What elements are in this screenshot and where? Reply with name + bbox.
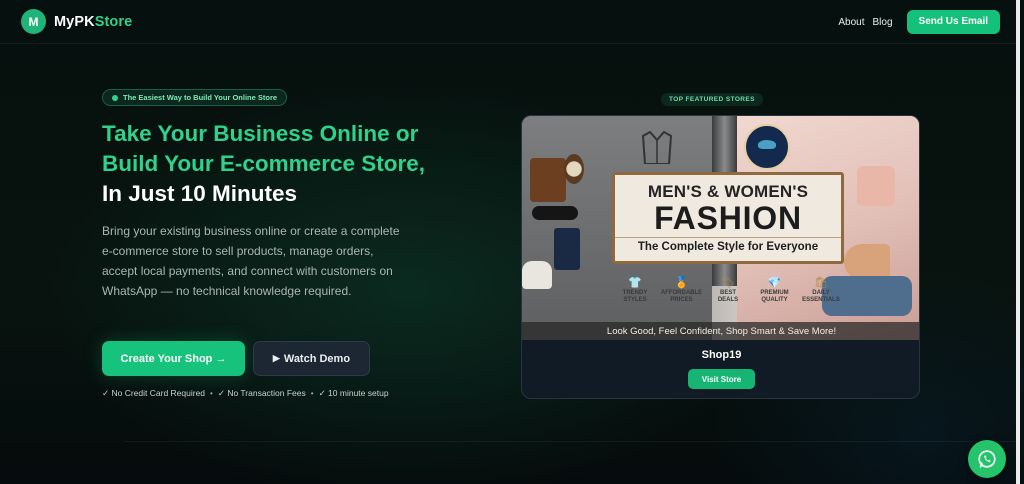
- featured-stores-label: TOP FEATURED STORES: [661, 93, 763, 106]
- store-banner-image[interactable]: MEN'S & WOMEN'S FASHION The Complete Sty…: [522, 116, 919, 340]
- feature-affordable: 🏅 AFFORDABLE PRICES: [659, 276, 705, 316]
- logo-mark: M: [21, 9, 46, 34]
- watch-demo-label: Watch Demo: [283, 352, 351, 365]
- watch-icon: [564, 154, 584, 184]
- sunglasses-icon: [532, 206, 578, 220]
- hero-headline-line-3: In Just 10 Minutes: [102, 181, 298, 206]
- banner-headline-box: MEN'S & WOMEN'S FASHION The Complete Sty…: [612, 172, 844, 264]
- hero-perks: ✓ No Credit Card Required • ✓ No Transac…: [102, 388, 389, 399]
- bag-icon: 🛍: [814, 277, 828, 289]
- hero-description: Bring your existing business online or c…: [102, 224, 400, 298]
- banner-line-2: FASHION: [654, 200, 802, 236]
- banner-tagline: Look Good, Feel Confident, Shop Smart & …: [522, 322, 919, 340]
- feature-essentials: 🛍 DAILY ESSENTIALS: [798, 276, 844, 316]
- shop-logo-badge: [744, 124, 790, 170]
- banner-line-1: MEN'S & WOMEN'S: [647, 182, 809, 201]
- feature-deals: 🏷 BEST DEALS: [705, 276, 751, 316]
- perk-separator: •: [310, 389, 314, 398]
- main-nav: About Blog Send Us Email: [838, 10, 1000, 34]
- shirt-icon: 👕: [628, 277, 642, 289]
- heels-icon: [844, 244, 890, 280]
- perk-no-fees: ✓ No Transaction Fees: [217, 388, 306, 398]
- create-shop-label: Create Your Shop →: [120, 352, 227, 365]
- perk-no-credit-card: ✓ No Credit Card Required: [102, 388, 206, 398]
- feature-quality: 💎 PREMIUM QUALITY: [752, 276, 798, 316]
- feature-label: AFFORDABLE PRICES: [660, 290, 703, 303]
- visit-store-button[interactable]: Visit Store: [688, 369, 755, 389]
- hero-headline: Take Your Business Online or Build Your …: [102, 119, 482, 209]
- diamond-icon: 💎: [767, 277, 782, 289]
- brand-logo[interactable]: M MyPKStore: [21, 9, 132, 34]
- feature-label: TRENDY STYLES: [622, 290, 648, 303]
- wallet-icon: [530, 158, 566, 202]
- whatsapp-chat-button[interactable]: [968, 440, 1006, 478]
- sneaker-icon: [522, 261, 552, 289]
- feature-label: DAILY ESSENTIALS: [802, 290, 840, 303]
- store-name: Shop19: [701, 349, 742, 361]
- banner-features: 👕 TRENDY STYLES 🏅 AFFORDABLE PRICES 🏷 BE…: [612, 276, 844, 316]
- nav-link-blog[interactable]: Blog: [873, 17, 893, 28]
- section-divider: [124, 441, 1020, 442]
- suit-icon: [642, 130, 672, 164]
- play-icon: ▶: [272, 353, 280, 363]
- tag-icon: 🏷: [721, 277, 735, 289]
- feature-trendy: 👕 TRENDY STYLES: [612, 276, 658, 316]
- logo-text-accent: Store: [94, 13, 133, 30]
- logo-text-primary: MyPK: [54, 13, 95, 30]
- feature-label: BEST DEALS: [717, 290, 739, 303]
- logo-text: MyPKStore: [54, 14, 132, 30]
- handbag-icon: [857, 166, 895, 206]
- feature-label: PREMIUM QUALITY: [760, 290, 789, 303]
- site-header: M MyPKStore About Blog Send Us Email: [0, 0, 1020, 44]
- medal-icon: 🏅: [674, 277, 689, 289]
- whatsapp-icon: [978, 450, 996, 468]
- banner-line-3: The Complete Style for Everyone: [615, 237, 841, 253]
- hero-pill-badge: The Easiest Way to Build Your Online Sto…: [102, 89, 288, 106]
- hero-pill-text: The Easiest Way to Build Your Online Sto…: [123, 93, 278, 102]
- perfume-icon: [554, 228, 580, 270]
- watch-demo-button[interactable]: ▶ Watch Demo: [253, 341, 370, 376]
- nav-link-about[interactable]: About: [838, 17, 864, 28]
- hero-headline-line-1: Take Your Business Online or: [102, 121, 419, 146]
- perk-separator: •: [210, 389, 213, 398]
- send-email-button[interactable]: Send Us Email: [906, 10, 1000, 34]
- featured-store-card: MEN'S & WOMEN'S FASHION The Complete Sty…: [521, 115, 920, 399]
- create-shop-button[interactable]: Create Your Shop →: [102, 341, 245, 376]
- perk-setup-time: ✓ 10 minute setup: [318, 388, 389, 398]
- hero-headline-line-2: Build Your E-commerce Store,: [102, 151, 425, 176]
- status-dot-icon: [112, 94, 118, 101]
